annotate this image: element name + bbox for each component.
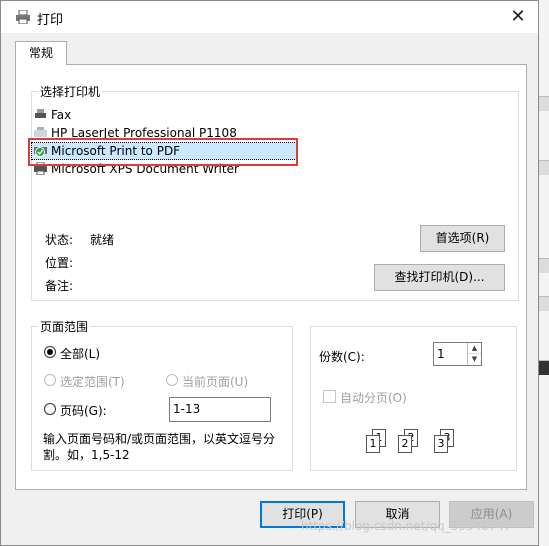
pages-input[interactable]: 1-13 <box>169 397 271 422</box>
copies-label: 份数(C): <box>319 350 365 364</box>
current-page-radio[interactable] <box>166 374 178 386</box>
collate-page: 2 <box>398 435 412 453</box>
selection-label: 选定范围(T) <box>60 375 125 389</box>
preferences-button[interactable]: 首选项(R) <box>420 225 505 252</box>
fax-icon <box>33 108 48 121</box>
selection-radio[interactable] <box>44 374 56 386</box>
comment-label: 备注: <box>45 279 74 293</box>
all-pages-label: 全部(L) <box>60 347 101 361</box>
tab-general[interactable]: 常规 <box>15 41 67 65</box>
printer-icon <box>16 10 30 24</box>
printer-name: Fax <box>51 108 72 122</box>
spin-up-icon[interactable]: ▲ <box>468 343 481 354</box>
copies-input[interactable]: 1 ▲ ▼ <box>433 342 482 366</box>
page-range-legend: 页面范围 <box>38 318 91 335</box>
location-label: 位置: <box>45 256 74 270</box>
find-printer-button[interactable]: 查找打印机(D)... <box>374 264 505 291</box>
title-bar: 打印 ✕ <box>1 1 538 33</box>
window-title: 打印 <box>37 13 64 28</box>
highlight-box <box>28 138 298 166</box>
select-printer-legend: 选择打印机 <box>38 83 103 100</box>
pages-label: 页码(G): <box>60 404 107 418</box>
status-value: 就绪 <box>90 233 115 247</box>
collate-page: 3 <box>434 435 448 453</box>
collate-checkbox[interactable] <box>323 390 336 403</box>
collate-label: 自动分页(O) <box>340 391 407 405</box>
copies-value: 1 <box>437 347 445 361</box>
background-window-strip <box>539 0 549 546</box>
page-range-hint: 输入页面号码和/或页面范围，以英文逗号分割。如，1,5-12 <box>43 432 276 462</box>
current-page-label: 当前页面(U) <box>182 375 249 389</box>
status-label: 状态: <box>45 233 74 247</box>
close-icon[interactable]: ✕ <box>506 5 530 29</box>
spin-down-icon[interactable]: ▼ <box>468 354 481 364</box>
copies-spinner[interactable]: ▲ ▼ <box>467 343 481 365</box>
printer-item-fax[interactable]: Fax <box>31 106 297 124</box>
pages-radio[interactable] <box>44 403 56 415</box>
watermark: https://blog.csdn.net/qq_33548747 <box>301 519 512 533</box>
collate-page: 1 <box>366 435 380 453</box>
all-pages-radio[interactable] <box>44 346 56 358</box>
print-dialog: 打印 ✕ 常规 选择打印机 Fax HP LaserJet Profession… <box>0 0 539 546</box>
